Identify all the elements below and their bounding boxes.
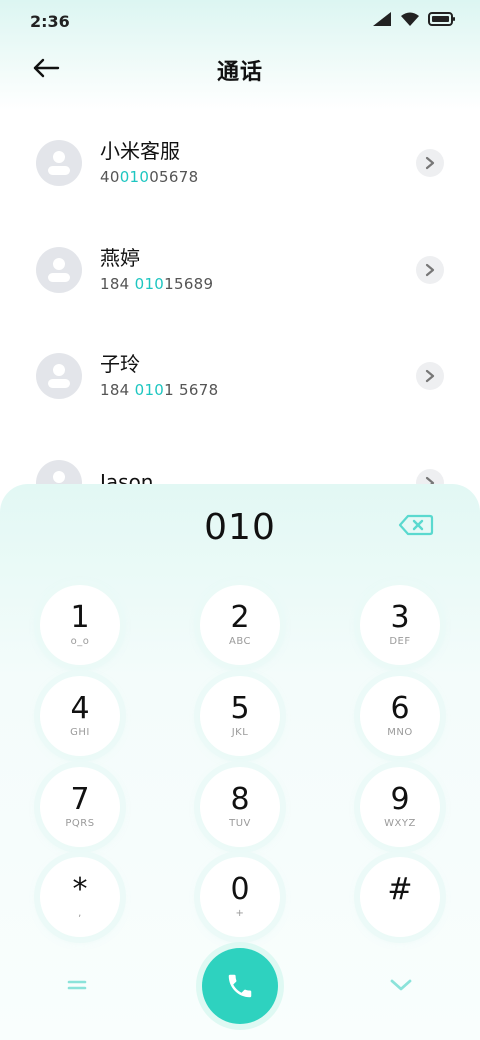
key-0[interactable]: 0 + <box>200 857 280 938</box>
key-2[interactable]: 2 ABC <box>200 585 280 666</box>
number-match-highlight: 010 <box>134 381 165 400</box>
contact-detail-button[interactable] <box>416 149 444 178</box>
number-suffix: 1 5678 <box>164 381 219 400</box>
avatar <box>36 246 82 293</box>
number-prefix: 40 <box>100 168 120 187</box>
chevron-down-icon <box>390 979 412 991</box>
contact-row[interactable]: 燕婷 184 01015689 <box>0 217 480 324</box>
key-1[interactable]: 1 o_o <box>40 585 120 666</box>
chevron-right-icon <box>425 370 435 383</box>
chevron-right-icon <box>425 157 435 170</box>
person-icon <box>48 364 70 389</box>
contact-text: 燕婷 184 01015689 <box>100 245 213 295</box>
page-title: 通话 <box>216 60 263 85</box>
back-button[interactable] <box>30 54 62 86</box>
avatar <box>36 353 82 400</box>
avatar <box>36 140 82 187</box>
call-button[interactable] <box>202 948 278 1024</box>
contact-name: 燕婷 <box>100 245 140 270</box>
equals-menu-icon <box>67 980 87 990</box>
signal-icon <box>372 11 392 31</box>
contact-row[interactable]: 子玲 184 0101 5678 <box>0 323 480 430</box>
person-icon <box>48 257 70 282</box>
collapse-keypad-button[interactable] <box>384 968 418 1002</box>
contact-detail-button[interactable] <box>416 362 444 391</box>
contact-number: 184 01015689 <box>100 273 213 295</box>
number-match-highlight: 010 <box>119 168 150 187</box>
contact-text: 小米客服 4001005678 <box>100 138 198 188</box>
status-time: 2:36 <box>30 11 70 31</box>
contact-row[interactable]: 小米客服 4001005678 <box>0 110 480 217</box>
dial-pad-panel: 010 1 o_o 2 ABC 3 DEF 4 GHI 5 JKL 6 MNO 7 PQRS … <box>0 484 480 1040</box>
backspace-button[interactable] <box>398 513 434 537</box>
number-prefix: 184 <box>100 381 135 400</box>
contact-list: 小米客服 4001005678 燕婷 184 01015689 子玲 184 0… <box>0 110 480 536</box>
menu-button[interactable] <box>60 968 94 1002</box>
arrow-left-icon <box>32 58 60 82</box>
keypad: 1 o_o 2 ABC 3 DEF 4 GHI 5 JKL 6 MNO 7 PQRS 8 TUV… <box>0 580 480 943</box>
number-suffix: 05678 <box>149 168 199 187</box>
contact-number: 184 0101 5678 <box>100 379 218 401</box>
battery-icon <box>428 11 456 31</box>
dialed-number: 010 <box>204 506 276 548</box>
status-icons <box>372 11 456 31</box>
key-3[interactable]: 3 DEF <box>360 585 440 666</box>
key-9[interactable]: 9 WXYZ <box>360 766 440 847</box>
dialer-bottom-bar <box>0 940 480 1030</box>
chevron-right-icon <box>425 263 435 276</box>
key-4[interactable]: 4 GHI <box>40 676 120 757</box>
key-7[interactable]: 7 PQRS <box>40 766 120 847</box>
backspace-icon <box>398 514 434 536</box>
person-icon <box>48 151 70 176</box>
key-6[interactable]: 6 MNO <box>360 676 440 757</box>
wifi-icon <box>400 11 420 31</box>
number-prefix: 184 <box>100 274 135 293</box>
key-8[interactable]: 8 TUV <box>200 766 280 847</box>
contact-number: 4001005678 <box>100 166 198 188</box>
contact-name: 小米客服 <box>100 139 180 164</box>
contact-name: 子玲 <box>100 352 140 377</box>
contact-detail-button[interactable] <box>416 255 444 284</box>
key-hash[interactable]: # <box>360 857 440 938</box>
contact-text: 子玲 184 0101 5678 <box>100 351 218 401</box>
phone-icon <box>228 974 252 998</box>
page-header: 通话 <box>0 42 480 98</box>
number-match-highlight: 010 <box>134 274 165 293</box>
number-suffix: 15689 <box>164 274 214 293</box>
status-bar: 2:36 <box>0 0 480 42</box>
key-5[interactable]: 5 JKL <box>200 676 280 757</box>
key-star[interactable]: *, <box>40 857 120 938</box>
